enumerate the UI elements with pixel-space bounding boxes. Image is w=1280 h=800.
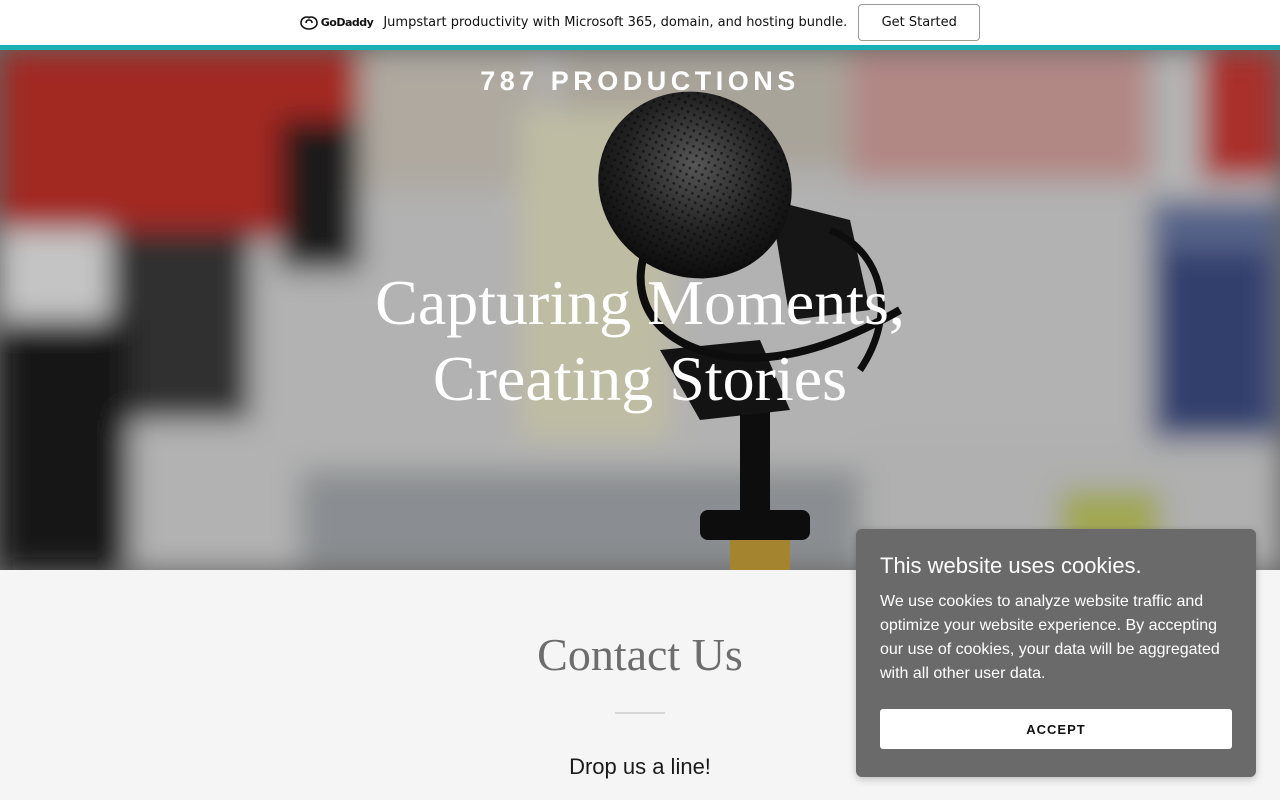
hero-heading-line2: Creating Stories xyxy=(432,343,848,414)
godaddy-logo-icon xyxy=(299,15,318,30)
godaddy-logo[interactable]: GoDaddy xyxy=(299,15,374,30)
site-title[interactable]: 787 PRODUCTIONS xyxy=(0,66,1280,97)
contact-divider xyxy=(615,712,665,714)
hero-section: 787 PRODUCTIONS Capturing Moments, Creat… xyxy=(0,50,1280,570)
hero-heading-line1: Capturing Moments, xyxy=(375,267,905,338)
accept-cookies-button[interactable]: ACCEPT xyxy=(880,709,1232,749)
promo-bar: GoDaddy Jumpstart productivity with Micr… xyxy=(0,0,1280,45)
hero-heading: Capturing Moments, Creating Stories xyxy=(0,265,1280,417)
cookie-title: This website uses cookies. xyxy=(880,553,1142,578)
get-started-button[interactable]: Get Started xyxy=(858,4,981,41)
cookie-banner: This website uses cookies. We use cookie… xyxy=(856,529,1256,777)
godaddy-logo-text: GoDaddy xyxy=(320,16,374,29)
promo-message: Jumpstart productivity with Microsoft 36… xyxy=(383,15,848,30)
cookie-message: We use cookies to analyze website traffi… xyxy=(880,593,1220,682)
